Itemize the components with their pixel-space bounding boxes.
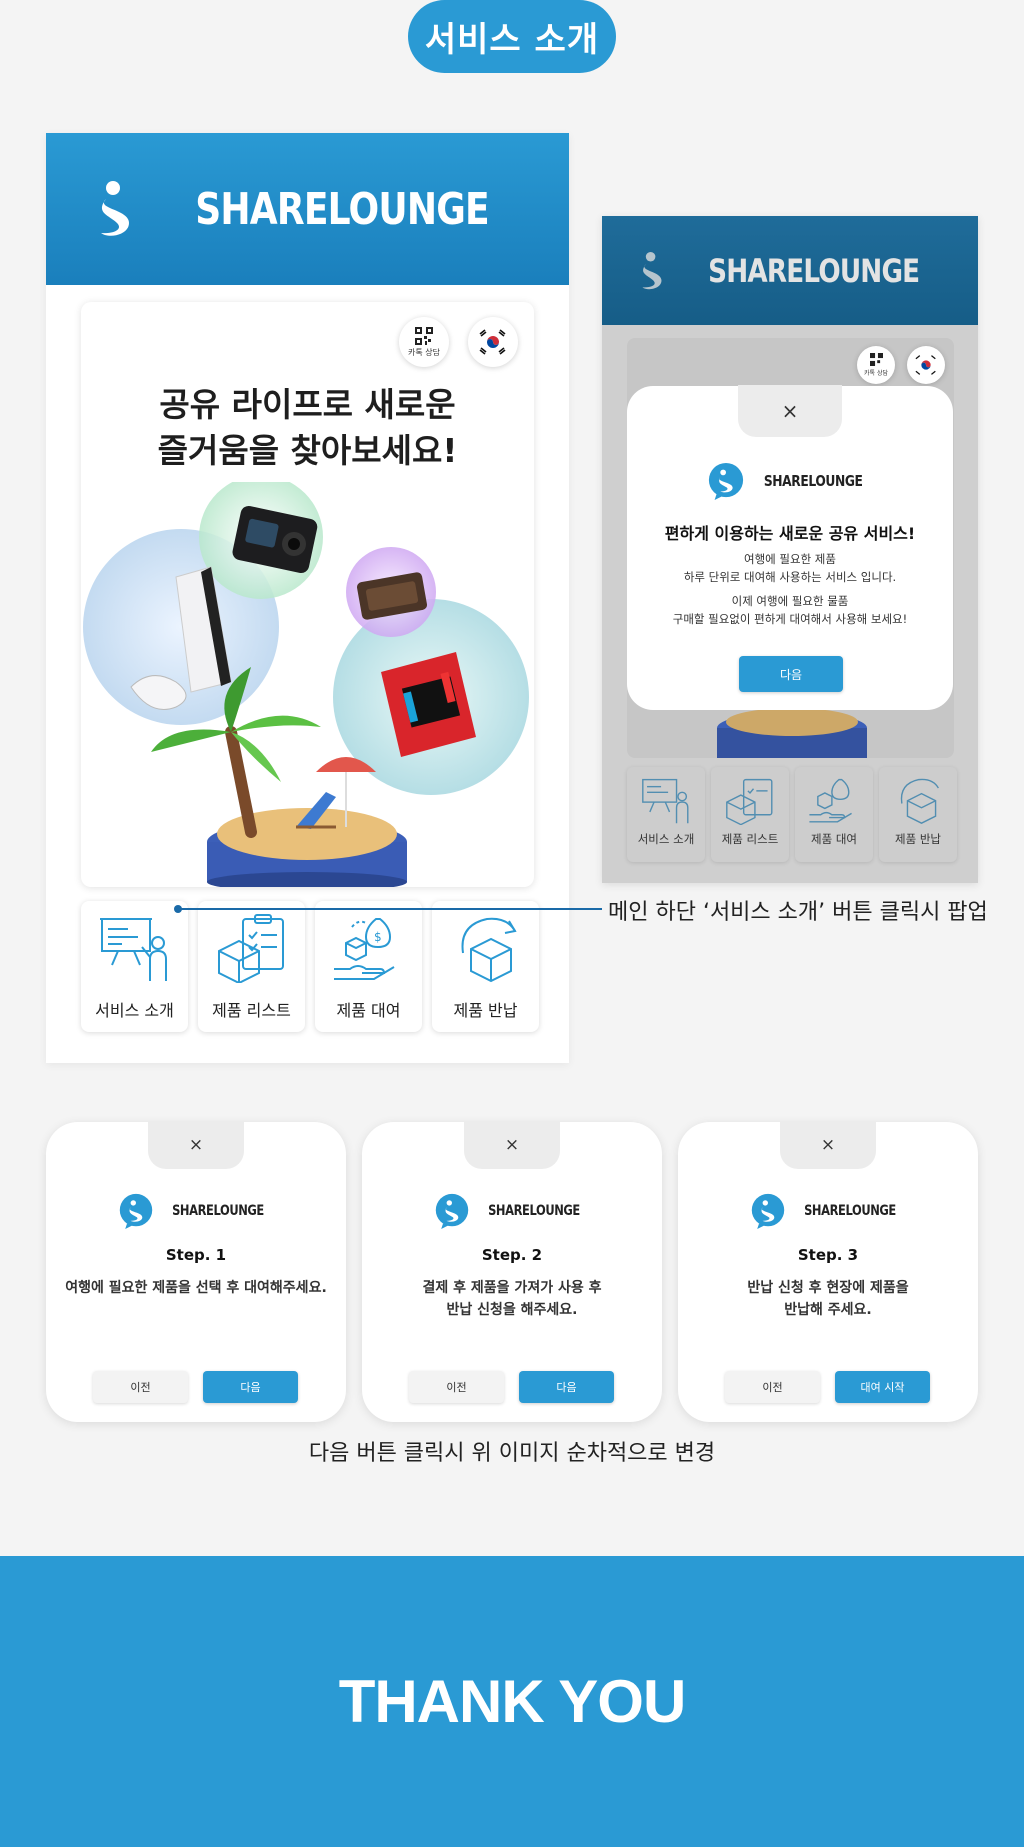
sharelounge-logo-icon	[119, 1193, 153, 1229]
step-title: Step. 2	[481, 1246, 543, 1264]
sharelounge-logo-icon	[435, 1193, 469, 1229]
close-icon: ×	[781, 399, 799, 423]
section-title-pill: 서비스 소개	[408, 0, 616, 73]
next-button[interactable]: 다음	[519, 1371, 614, 1403]
menu-label: 제품 반납	[453, 1001, 518, 1020]
korea-flag-icon	[476, 325, 510, 359]
main-menu-row-dimmed: 서비스 소개 제품 리스트 제품 대여 제품 반납	[627, 767, 957, 862]
thank-you-text: THANK YOU	[338, 1668, 687, 1735]
kakao-consult-button[interactable]: 카톡 상담	[399, 317, 449, 367]
popup-close-button[interactable]: ×	[148, 1121, 244, 1169]
popup-brand: SHARELOUNGE	[627, 462, 953, 500]
kakao-consult-label: 카톡 상담	[864, 370, 888, 377]
popup-heading: 편하게 이용하는 새로운 공유 서비스!	[664, 524, 916, 543]
step-description: 반납 신청 후 현장에 제품을 반납해 주세요.	[747, 1280, 909, 1318]
box-return-icon	[900, 778, 939, 824]
step-card-1: × SHARELOUNGE Step. 1 여행에 필요한 제품을 선택 후 대…	[46, 1121, 346, 1422]
box-checklist-icon	[217, 914, 284, 983]
main-menu-row: 서비스 소개 제품 리스트 $ 제품 대여 제품 반납	[81, 901, 539, 1032]
brand-name: SHARELOUNGE	[488, 1203, 580, 1219]
hand-money-box-icon: $	[333, 918, 395, 980]
menu-label: 제품 대여	[336, 1001, 401, 1020]
popup-close-button[interactable]: ×	[780, 1121, 876, 1169]
step-title: Step. 3	[797, 1246, 859, 1264]
close-icon: ×	[504, 1134, 520, 1155]
box-checklist-icon	[726, 778, 773, 825]
app-header: SHARELOUNGE	[46, 133, 569, 285]
menu-label: 제품 리스트	[721, 832, 779, 846]
menu-label: 제품 리스트	[212, 1001, 291, 1020]
prev-button[interactable]: 이전	[93, 1371, 188, 1403]
popup-brand: SHARELOUNGE	[46, 1193, 346, 1229]
popup-brand: SHARELOUNGE	[362, 1193, 662, 1229]
step-description: 결제 후 제품을 가져가 사용 후 반납 신청을 해주세요.	[422, 1280, 602, 1318]
sharelounge-logo-icon	[708, 462, 743, 500]
popup-brand: SHARELOUNGE	[678, 1193, 978, 1229]
thank-you-banner: THANK YOU	[0, 1556, 1024, 1847]
main-screen-mockup: SHARELOUNGE 카톡 상담 공유 라이프로 새로운 즐거움을 찾아보세요…	[46, 133, 569, 1063]
menu-product-list[interactable]: 제품 리스트	[198, 901, 305, 1032]
step-card-3: × SHARELOUNGE Step. 3 반납 신청 후 현장에 제품을 반납…	[678, 1121, 978, 1422]
hero-illustration	[83, 482, 529, 887]
sharelounge-logo-icon	[751, 1193, 785, 1229]
hero-card: 카톡 상담 공유 라이프로 새로운 즐거움을 찾아보세요!	[81, 302, 534, 887]
close-icon: ×	[188, 1134, 204, 1155]
prev-button[interactable]: 이전	[409, 1371, 504, 1403]
menu-label: 서비스 소개	[637, 832, 695, 846]
menu-service-intro[interactable]: 서비스 소개	[627, 767, 705, 862]
step-description: 여행에 필요한 제품을 선택 후 대여해주세요.	[65, 1280, 327, 1296]
menu-product-rental[interactable]: 제품 대여	[795, 767, 873, 862]
qr-code-icon	[415, 326, 433, 345]
step-title: Step. 1	[165, 1246, 227, 1264]
brand-name: SHARELOUNGE	[804, 1203, 896, 1219]
kakao-consult-button[interactable]: 카톡 상담	[857, 346, 895, 384]
menu-product-list[interactable]: 제품 리스트	[711, 767, 789, 862]
menu-product-rental[interactable]: $ 제품 대여	[315, 901, 422, 1032]
presentation-board-icon	[99, 918, 167, 981]
hero-title: 공유 라이프로 새로운 즐거움을 찾아보세요!	[157, 385, 458, 470]
popup-body-1: 여행에 필요한 제품 하루 단위로 대여해 사용하는 서비스 입니다.	[683, 552, 897, 584]
popup-body-2: 이제 여행에 필요한 물품 구매할 필요없이 편하게 대여해서 사용해 보세요!	[672, 594, 908, 626]
brand-name: SHARELOUNGE	[172, 1203, 264, 1219]
svg-text:$: $	[374, 930, 382, 944]
box-return-icon	[461, 917, 517, 983]
callout-line	[178, 908, 602, 910]
menu-product-return[interactable]: 제품 반납	[879, 767, 957, 862]
language-button[interactable]	[907, 346, 945, 384]
popup-close-button[interactable]: ×	[738, 385, 842, 437]
popup-close-button[interactable]: ×	[464, 1121, 560, 1169]
prev-button[interactable]: 이전	[725, 1371, 820, 1403]
brand-name: SHARELOUNGE	[708, 251, 920, 290]
presentation-board-icon	[642, 778, 689, 824]
steps-caption: 다음 버튼 클릭시 위 이미지 순차적으로 변경	[308, 1441, 716, 1466]
sharelounge-logo-icon	[101, 181, 130, 236]
sharelounge-logo-icon	[642, 251, 662, 289]
menu-product-return[interactable]: 제품 반납	[432, 901, 539, 1032]
service-intro-popup: × SHARELOUNGE 편하게 이용하는 새로운 공유 서비스! 여행에 필…	[627, 385, 953, 710]
qr-code-icon	[869, 353, 883, 366]
menu-label: 서비스 소개	[95, 1001, 174, 1020]
menu-label: 제품 반납	[895, 832, 941, 846]
korea-flag-icon	[915, 355, 936, 375]
menu-service-intro[interactable]: 서비스 소개	[81, 901, 188, 1032]
start-rental-button[interactable]: 대여 시작	[835, 1371, 930, 1403]
next-button[interactable]: 다음	[739, 656, 843, 692]
hand-money-box-icon	[809, 778, 852, 823]
brand-name: SHARELOUNGE	[763, 472, 863, 490]
menu-label: 제품 대여	[811, 832, 857, 846]
kakao-consult-label: 카톡 상담	[408, 347, 440, 357]
popup-screen-mockup: SHARELOUNGE 카톡 상담 서비스 소개 제품 리스트 제품 대여 제품…	[602, 216, 978, 883]
callout-text: 메인 하단 ‘서비스 소개’ 버튼 클릭시 팝업	[608, 900, 988, 925]
language-button[interactable]	[468, 317, 518, 367]
step-card-2: × SHARELOUNGE Step. 2 결제 후 제품을 가져가 사용 후 …	[362, 1121, 662, 1422]
app-header-dimmed: SHARELOUNGE	[602, 216, 978, 325]
next-button[interactable]: 다음	[203, 1371, 298, 1403]
brand-name: SHARELOUNGE	[195, 183, 490, 235]
close-icon: ×	[820, 1134, 836, 1155]
